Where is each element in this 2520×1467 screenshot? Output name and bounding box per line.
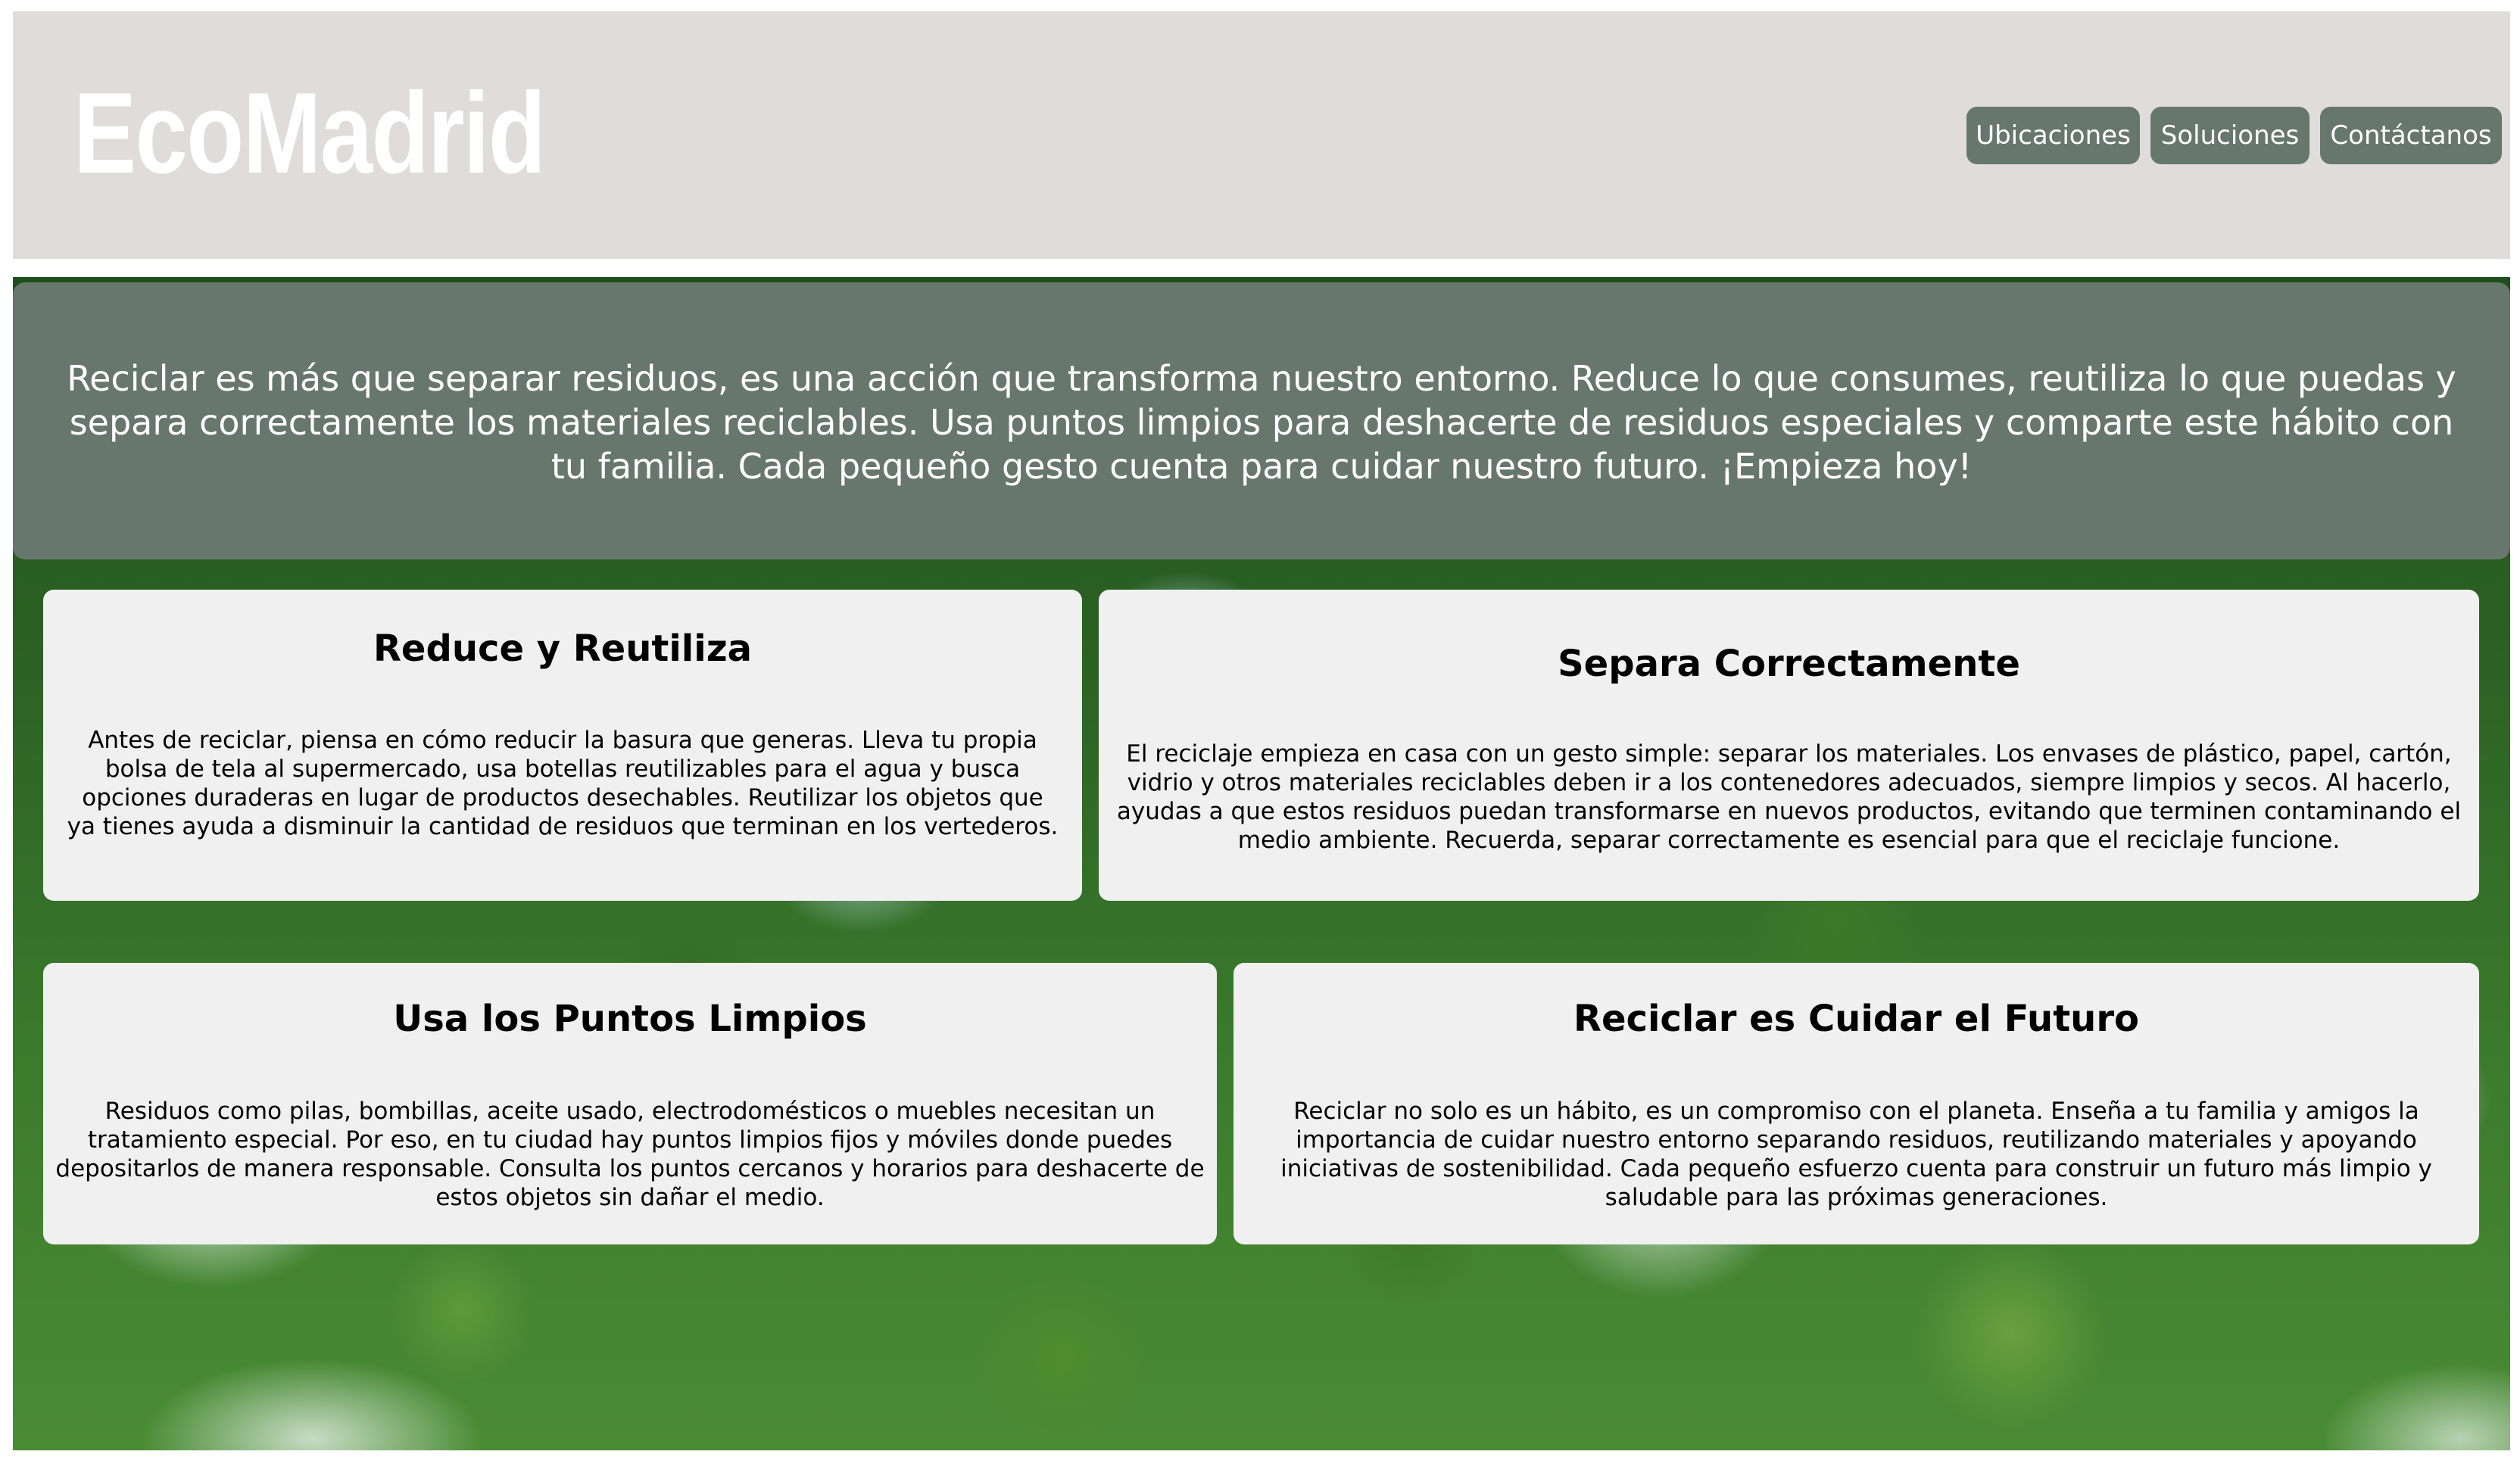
nav-button-ubicaciones[interactable]: Ubicaciones: [1966, 107, 2140, 164]
card-reduce-reutiliza: Reduce y Reutiliza Antes de reciclar, pi…: [43, 590, 1082, 901]
intro-text: Reciclar es más que separar residuos, es…: [67, 358, 2456, 487]
card-text: El reciclaje empieza en casa con un gest…: [1116, 740, 2462, 854]
card-text: Residuos como pilas, bombillas, aceite u…: [55, 1098, 1205, 1211]
intro-banner: Reciclar es más que separar residuos, es…: [13, 282, 2510, 559]
card-separa-correctamente: Separa Correctamente El reciclaje empiez…: [1099, 590, 2479, 901]
card-title: Reciclar es Cuidar el Futuro: [1573, 998, 2139, 1040]
card-text: Reciclar no solo es un hábito, es un com…: [1280, 1098, 2432, 1211]
logo[interactable]: EcoMadrid: [73, 76, 546, 191]
card-text: Antes de reciclar, piensa en cómo reduci…: [67, 727, 1059, 840]
nav-button-soluciones[interactable]: Soluciones: [2150, 107, 2309, 164]
card-cuidar-futuro: Reciclar es Cuidar el Futuro Reciclar no…: [1233, 963, 2479, 1244]
card-puntos-limpios: Usa los Puntos Limpios Residuos como pil…: [43, 963, 1217, 1244]
card-title: Separa Correctamente: [1558, 643, 2020, 685]
nav-button-contactanos[interactable]: Contáctanos: [2320, 107, 2502, 164]
site-header: EcoMadrid Ubicaciones Soluciones Contáct…: [13, 11, 2510, 259]
card-title: Usa los Puntos Limpios: [393, 998, 867, 1040]
main-nav: Ubicaciones Soluciones Contáctanos: [1966, 107, 2502, 164]
card-title: Reduce y Reutiliza: [373, 628, 753, 670]
